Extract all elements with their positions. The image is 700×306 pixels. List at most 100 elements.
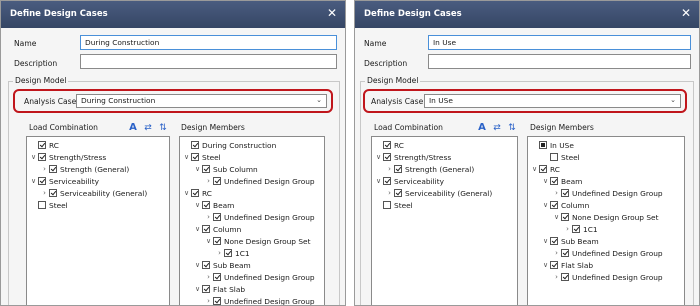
checkbox[interactable] [224,249,232,257]
tree-node[interactable]: ∨ Beam [541,175,582,187]
tree-node[interactable]: ∨ Sub Beam [541,235,599,247]
chevron-down-icon[interactable]: ∨ [193,225,202,233]
chevron-right-icon[interactable]: › [552,273,561,281]
tree-node[interactable]: › Strength (General) [385,163,474,175]
chevron-down-icon[interactable]: ∨ [182,189,191,197]
swap-icon[interactable]: ⇄ [491,121,503,134]
chevron-down-icon[interactable]: ∨ [193,201,202,209]
checkbox[interactable] [213,237,221,245]
checkbox[interactable] [561,249,569,257]
chevron-down-icon[interactable]: ⌄ [670,96,676,104]
checkbox[interactable] [191,189,199,197]
tree-node[interactable]: › Undefined Design Group [552,247,663,259]
checkbox[interactable] [394,189,402,197]
checkbox[interactable] [383,153,391,161]
chevron-right-icon[interactable]: › [40,165,49,173]
chevron-right-icon[interactable]: › [204,297,213,305]
tree-node[interactable]: ∨ RC [182,187,212,199]
tree-node[interactable]: ∨ Flat Slab [193,283,245,295]
tree-node[interactable]: ∨ Column [541,199,589,211]
checkbox[interactable] [550,153,558,161]
tree-node[interactable]: ∨ Sub Column [193,163,258,175]
name-field[interactable]: During Construction [80,35,337,50]
tree-node[interactable]: During Construction [182,139,276,151]
tree-node[interactable]: › Serviceability (General) [40,187,147,199]
checkbox[interactable] [49,165,57,173]
checkbox[interactable] [383,201,391,209]
tree-node[interactable]: RC [29,139,59,151]
checkbox[interactable] [38,177,46,185]
chevron-right-icon[interactable]: › [563,225,572,233]
chevron-down-icon[interactable]: ∨ [374,177,383,185]
checkbox[interactable] [191,141,199,149]
chevron-down-icon[interactable]: ∨ [193,285,202,293]
load-combination-tree[interactable]: RC ∨ Strength/Stress › Strength (General) … [371,136,518,305]
checkbox[interactable] [202,225,210,233]
checkbox[interactable] [550,237,558,245]
close-icon[interactable]: ✕ [681,6,691,20]
sort-icon[interactable]: ⇅ [506,121,518,134]
font-icon[interactable]: A [127,121,139,134]
tree-node[interactable]: ∨ Steel [182,151,221,163]
chevron-right-icon[interactable]: › [552,189,561,197]
checkbox[interactable] [550,177,558,185]
checkbox[interactable] [561,189,569,197]
chevron-right-icon[interactable]: › [215,249,224,257]
tree-node[interactable]: › Undefined Design Group [204,271,315,283]
chevron-down-icon[interactable]: ∨ [193,261,202,269]
checkbox[interactable] [38,141,46,149]
swap-icon[interactable]: ⇄ [142,121,154,134]
load-combination-tree[interactable]: RC ∨ Strength/Stress › Strength (General) … [26,136,170,305]
tree-node[interactable]: ∨ Sub Beam [193,259,251,271]
checkbox[interactable] [383,177,391,185]
tree-node[interactable]: ∨ Strength/Stress [29,151,106,163]
tree-node[interactable]: › Serviceability (General) [385,187,492,199]
chevron-right-icon[interactable]: › [40,189,49,197]
checkbox[interactable] [550,261,558,269]
chevron-right-icon[interactable]: › [385,165,394,173]
checkbox[interactable] [38,201,46,209]
description-field[interactable] [428,54,691,69]
tree-node[interactable]: Steel [541,151,580,163]
tree-node[interactable]: › Undefined Design Group [204,175,315,187]
chevron-down-icon[interactable]: ∨ [29,177,38,185]
chevron-down-icon[interactable]: ∨ [193,165,202,173]
checkbox[interactable] [213,213,221,221]
tree-node[interactable]: Steel [29,199,68,211]
tree-node[interactable]: ∨ Strength/Stress [374,151,451,163]
font-icon[interactable]: A [476,121,488,134]
checkbox[interactable] [561,213,569,221]
chevron-down-icon[interactable]: ∨ [204,237,213,245]
close-icon[interactable]: ✕ [327,6,337,20]
chevron-down-icon[interactable]: ⌄ [316,96,322,104]
checkbox[interactable] [561,273,569,281]
checkbox[interactable] [191,153,199,161]
tree-node[interactable]: › 1C1 [215,247,249,259]
checkbox[interactable] [38,153,46,161]
tree-node[interactable]: ∨ RC [530,163,560,175]
chevron-down-icon[interactable]: ∨ [29,153,38,161]
tree-node[interactable]: ∨ Serviceability [374,175,444,187]
tree-node[interactable]: ∨ Serviceability [29,175,99,187]
chevron-right-icon[interactable]: › [385,189,394,197]
chevron-down-icon[interactable]: ∨ [541,237,550,245]
checkbox[interactable] [202,285,210,293]
chevron-right-icon[interactable]: › [204,213,213,221]
tree-node[interactable]: RC [374,139,404,151]
checkbox[interactable] [383,141,391,149]
chevron-down-icon[interactable]: ∨ [552,213,561,221]
name-field[interactable]: In Use [428,35,691,50]
tree-node[interactable]: ∨ Flat Slab [541,259,593,271]
checkbox[interactable] [539,141,547,149]
sort-icon[interactable]: ⇅ [157,121,169,134]
checkbox[interactable] [572,225,580,233]
tree-node[interactable]: Steel [374,199,413,211]
checkbox[interactable] [213,297,221,305]
analysis-case-select[interactable]: In USe ⌄ [424,94,681,108]
design-members-tree[interactable]: During Construction ∨ Steel ∨ Sub Column ›… [179,136,325,305]
chevron-right-icon[interactable]: › [204,273,213,281]
tree-node[interactable]: In USe [530,139,574,151]
analysis-case-select[interactable]: During Construction ⌄ [76,94,327,108]
tree-node[interactable]: ∨ Beam [193,199,234,211]
checkbox[interactable] [213,273,221,281]
